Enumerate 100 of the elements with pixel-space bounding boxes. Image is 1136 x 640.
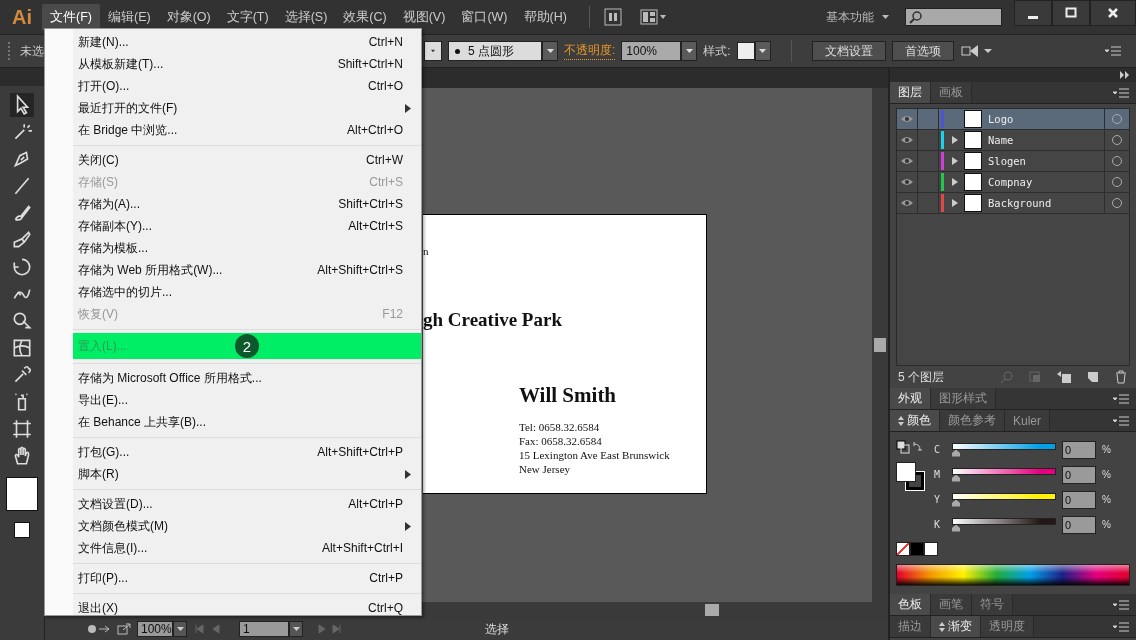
eye-icon[interactable] <box>900 177 914 187</box>
none-swatch[interactable] <box>896 542 910 556</box>
menu-entry[interactable]: 存储副本(Y)... Alt+Ctrl+S <box>45 215 421 237</box>
default-colors-icon[interactable] <box>896 440 924 456</box>
panel-menu-icon[interactable] <box>1112 86 1130 99</box>
panel-tab[interactable]: 画笔 <box>931 594 972 615</box>
menu-entry[interactable]: 存储选中的切片... <box>45 281 421 303</box>
slider-thumb[interactable] <box>952 524 960 532</box>
dropdown-button[interactable] <box>289 621 303 637</box>
search-field[interactable] <box>905 8 1002 26</box>
menu-item[interactable]: 选择(S) <box>276 3 336 31</box>
color-spectrum[interactable] <box>896 564 1130 586</box>
panel-tab[interactable]: 画板 <box>931 82 972 103</box>
channel-value-field[interactable]: 0 <box>1062 490 1096 509</box>
eye-icon[interactable] <box>900 156 914 166</box>
menu-entry[interactable]: 置入(L)... 2 <box>73 333 421 359</box>
share-icon[interactable] <box>117 623 131 635</box>
panel-tab[interactable]: 色板 <box>890 594 931 615</box>
channel-value-field[interactable]: 0 <box>1062 440 1096 459</box>
target-icon[interactable] <box>1111 134 1123 146</box>
slider-thumb[interactable] <box>952 499 960 507</box>
stroke-dropdown[interactable] <box>424 41 442 61</box>
panel-tab[interactable]: 图层 <box>890 82 931 103</box>
workspace-switcher[interactable]: 基本功能 <box>826 8 889 26</box>
menu-item[interactable]: 对象(O) <box>158 3 219 31</box>
clipping-mask-icon[interactable] <box>1028 370 1042 384</box>
menu-entry[interactable]: 文档颜色模式(M) <box>45 515 421 537</box>
menu-entry[interactable]: 新建(N)... Ctrl+N <box>45 31 421 53</box>
swatch[interactable] <box>910 542 924 556</box>
target-icon[interactable] <box>1111 197 1123 209</box>
menu-entry[interactable]: 最近打开的文件(F) <box>45 97 421 119</box>
toolbar-button[interactable]: 文档设置 <box>811 41 886 61</box>
dropdown-button[interactable] <box>173 621 187 637</box>
style-swatch[interactable] <box>736 42 755 60</box>
panel-tab[interactable]: 颜色 <box>890 410 940 431</box>
menu-entry[interactable]: 导出(E)... <box>45 389 421 411</box>
menu-entry[interactable]: 打包(G)... Alt+Shift+Ctrl+P <box>45 441 421 463</box>
channel-value-field[interactable]: 0 <box>1062 465 1096 484</box>
color-slider[interactable] <box>952 442 1056 457</box>
layer-row[interactable]: Name <box>897 130 1129 151</box>
color-slider[interactable] <box>952 492 1056 507</box>
panel-menu-icon[interactable] <box>1112 620 1130 633</box>
minimize-button[interactable] <box>1014 0 1052 26</box>
panel-tab[interactable]: 符号 <box>972 594 1013 615</box>
target-icon[interactable] <box>1111 155 1123 167</box>
page-field[interactable]: 1 <box>239 621 289 637</box>
panel-menu-icon[interactable] <box>1112 392 1130 405</box>
menu-item[interactable]: 窗口(W) <box>453 3 516 31</box>
menu-item[interactable]: 帮助(H) <box>515 3 575 31</box>
panel-tab[interactable]: 颜色参考 <box>940 410 1005 431</box>
menu-entry[interactable]: 存储为 Microsoft Office 所用格式... <box>45 367 421 389</box>
panel-menu-icon[interactable] <box>1112 414 1130 427</box>
expand-icon[interactable] <box>951 135 959 145</box>
menu-entry[interactable]: 在 Bridge 中浏览... Alt+Ctrl+O <box>45 119 421 141</box>
menu-entry[interactable]: 文件信息(I)... Alt+Shift+Ctrl+I <box>45 537 421 559</box>
panel-tab[interactable]: Kuler <box>1005 410 1050 431</box>
brush-dropdown[interactable]: 5 点圆形 <box>448 41 542 61</box>
panel-tab[interactable]: 图形样式 <box>931 388 996 409</box>
layer-row[interactable]: Background <box>897 193 1129 214</box>
expand-icon[interactable] <box>951 177 959 187</box>
menu-item[interactable]: 文件(F) <box>42 3 100 31</box>
menu-entry[interactable]: 存储为(A)... Shift+Ctrl+S <box>45 193 421 215</box>
trash-icon[interactable] <box>1114 370 1128 384</box>
layer-row[interactable]: Slogen <box>897 151 1129 172</box>
menu-item[interactable]: 文字(T) <box>218 3 277 31</box>
menu-entry[interactable]: 存储为 Web 所用格式(W)... Alt+Shift+Ctrl+S <box>45 259 421 281</box>
toolbar-button[interactable]: 首选项 <box>891 41 954 61</box>
menu-entry[interactable]: 打印(P)... Ctrl+P <box>45 567 421 589</box>
new-layer-icon[interactable] <box>1086 370 1100 384</box>
menu-entry[interactable]: 关闭(C) Ctrl+W <box>45 149 421 171</box>
opacity-field[interactable]: 100% <box>621 41 682 61</box>
slider-thumb[interactable] <box>952 474 960 482</box>
panel-tab[interactable]: 透明度 <box>981 616 1034 637</box>
eye-icon[interactable] <box>900 135 914 145</box>
eye-icon[interactable] <box>900 198 914 208</box>
close-button[interactable] <box>1090 0 1136 26</box>
collapse-icon[interactable] <box>1120 71 1130 79</box>
menu-item[interactable]: 视图(V) <box>394 3 454 31</box>
zoom-field[interactable]: 100% <box>137 621 173 637</box>
artboard-icon[interactable] <box>10 417 34 441</box>
fill-swatch[interactable] <box>6 477 38 511</box>
menu-entry[interactable]: 退出(X) Ctrl+Q <box>45 597 421 619</box>
layer-row[interactable]: Logo <box>897 109 1129 130</box>
color-slider[interactable] <box>952 467 1056 482</box>
menu-entry[interactable]: 存储为模板... <box>45 237 421 259</box>
panel-menu-icon[interactable] <box>1104 45 1122 57</box>
color-slider[interactable] <box>952 517 1056 532</box>
new-sublayer-icon[interactable] <box>1056 370 1072 384</box>
opacity-link[interactable]: 不透明度: <box>564 42 616 60</box>
layout-icon[interactable] <box>639 9 668 25</box>
target-icon[interactable] <box>1111 176 1123 188</box>
fill-stroke-swatch[interactable] <box>896 462 926 492</box>
expand-icon[interactable] <box>951 198 959 208</box>
expand-icon[interactable] <box>951 156 959 166</box>
layer-row[interactable]: Compnay <box>897 172 1129 193</box>
menu-entry[interactable]: 文档设置(D)... Alt+Ctrl+P <box>45 493 421 515</box>
channel-value-field[interactable]: 0 <box>1062 515 1096 534</box>
maximize-button[interactable] <box>1052 0 1090 26</box>
menu-entry[interactable]: 从模板新建(T)... Shift+Ctrl+N <box>45 53 421 75</box>
menu-entry[interactable]: 在 Behance 上共享(B)... <box>45 411 421 433</box>
